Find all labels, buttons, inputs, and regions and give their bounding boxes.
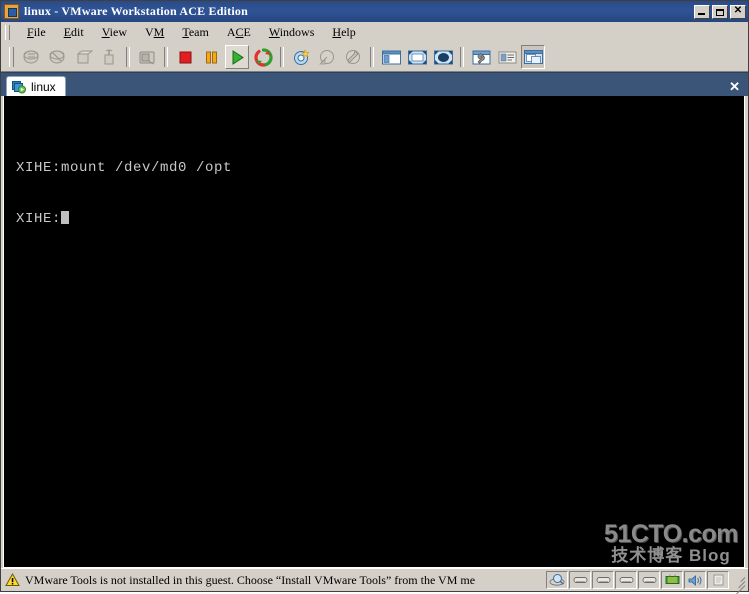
window-title: linux - VMware Workstation ACE Edition <box>24 4 248 18</box>
toolbar-separator-5 <box>460 47 464 67</box>
title-bar: linux - VMware Workstation ACE Edition ✕ <box>1 1 748 22</box>
power-on-vm-icon[interactable] <box>19 45 43 69</box>
summary-view-icon[interactable] <box>495 45 519 69</box>
status-floppy-icon[interactable] <box>546 571 568 589</box>
power-off-vm-icon[interactable] <box>45 45 69 69</box>
snapshot-manager-icon[interactable] <box>135 45 159 69</box>
pause-icon[interactable] <box>199 45 223 69</box>
terminal-line-2: XIHE: <box>16 211 232 228</box>
maximize-button[interactable] <box>712 4 728 19</box>
close-icon: ✕ <box>733 5 743 16</box>
main-toolbar <box>1 43 748 72</box>
menu-bar: File Edit View VM Team ACE Windows Help <box>1 22 748 43</box>
toolbar-drag-grip[interactable] <box>9 47 14 67</box>
manage-snapshots-icon[interactable] <box>341 45 365 69</box>
menu-vm[interactable]: VM <box>136 23 173 42</box>
toolbar-separator-3 <box>280 47 284 67</box>
toolbar-separator-2 <box>164 47 168 67</box>
menu-edit[interactable]: Edit <box>55 23 93 42</box>
watermark-sub: 技术博客 Blog <box>611 546 731 565</box>
status-sound-icon[interactable] <box>684 571 706 589</box>
guest-screen-container: XIHE:mount /dev/md0 /opt XIHE: 51CTO.com… <box>1 96 748 568</box>
menu-file[interactable]: File <box>18 23 55 42</box>
close-button[interactable]: ✕ <box>730 4 746 19</box>
console-view-icon[interactable] <box>521 45 545 69</box>
menu-ace[interactable]: ACE <box>218 23 260 42</box>
vmware-workstation-window: linux - VMware Workstation ACE Edition ✕… <box>0 0 749 594</box>
revert-snapshot-icon[interactable] <box>251 45 275 69</box>
stop-icon[interactable] <box>173 45 197 69</box>
vmware-logo-icon <box>4 4 19 19</box>
watermark-main: 51CTO.com <box>604 520 738 548</box>
resize-grip[interactable] <box>732 571 746 594</box>
terminal-prompt: XIHE: <box>16 211 62 227</box>
status-hdd-1-icon[interactable] <box>569 571 591 589</box>
close-tab-icon[interactable]: ✕ <box>729 80 740 96</box>
status-printer-icon[interactable] <box>707 571 729 589</box>
warning-triangle-icon <box>5 572 20 587</box>
toolbar-separator-4 <box>370 47 374 67</box>
tab-label: linux <box>31 79 56 94</box>
tab-linux[interactable]: linux <box>6 76 66 96</box>
status-message: VMware Tools is not installed in this gu… <box>25 572 476 587</box>
terminal-output: XIHE:mount /dev/md0 /opt XIHE: <box>16 126 232 262</box>
status-hdd-4-icon[interactable] <box>638 571 660 589</box>
status-network-icon[interactable] <box>661 571 683 589</box>
status-device-icons <box>546 571 730 589</box>
minimize-button[interactable] <box>694 4 710 19</box>
full-screen-icon[interactable] <box>431 45 455 69</box>
vm-settings-icon[interactable] <box>469 45 493 69</box>
revert-icon[interactable] <box>315 45 339 69</box>
vm-tab-icon <box>12 80 26 94</box>
terminal-line-1: XIHE:mount /dev/md0 /opt <box>16 160 233 176</box>
status-hdd-3-icon[interactable] <box>615 571 637 589</box>
window-controls: ✕ <box>694 4 746 19</box>
toolbar-separator-1 <box>126 47 130 67</box>
quick-switch-icon[interactable] <box>405 45 429 69</box>
status-hdd-2-icon[interactable] <box>592 571 614 589</box>
take-snapshot-icon[interactable] <box>289 45 313 69</box>
menu-view[interactable]: View <box>93 23 136 42</box>
menu-team[interactable]: Team <box>173 23 218 42</box>
reset-vm-icon[interactable] <box>97 45 121 69</box>
show-sidebar-icon[interactable] <box>379 45 403 69</box>
vm-tab-strip: linux ✕ <box>1 72 748 96</box>
menu-help[interactable]: Help <box>323 23 364 42</box>
play-icon[interactable] <box>225 45 249 69</box>
terminal-cursor <box>61 211 70 224</box>
watermark: 51CTO.com 技术博客 Blog <box>604 521 738 565</box>
menu-drag-grip[interactable] <box>5 24 10 40</box>
status-bar: VMware Tools is not installed in this gu… <box>1 568 748 594</box>
menu-windows[interactable]: Windows <box>260 23 324 42</box>
suspend-vm-icon[interactable] <box>71 45 95 69</box>
guest-screen[interactable]: XIHE:mount /dev/md0 /opt XIHE: 51CTO.com… <box>3 96 745 568</box>
